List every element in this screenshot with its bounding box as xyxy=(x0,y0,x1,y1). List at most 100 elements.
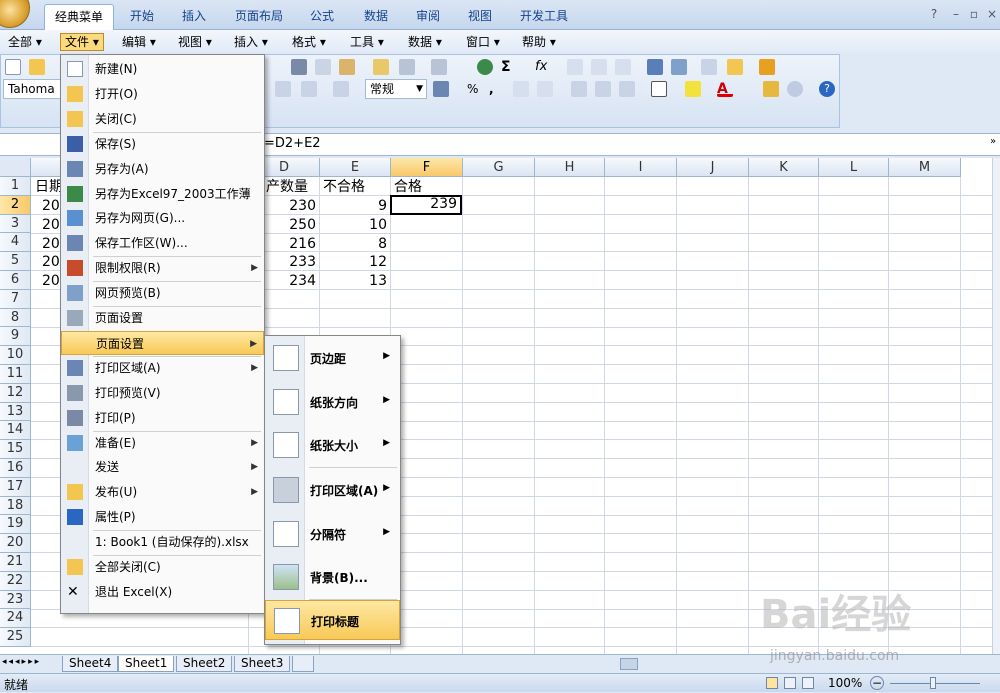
indent-icon[interactable] xyxy=(619,81,635,97)
currency-icon[interactable] xyxy=(433,81,449,97)
zoom-slider-thumb[interactable] xyxy=(930,677,936,689)
file-menu-item-11[interactable]: 页面设置 ▶ xyxy=(61,330,264,355)
open-icon[interactable] xyxy=(29,59,45,75)
menu-view[interactable]: 视图 ▾ xyxy=(174,33,216,51)
file-menu-item-3[interactable]: 保存(S) xyxy=(61,132,264,156)
column-header-i[interactable]: I xyxy=(605,158,677,177)
cut-icon[interactable] xyxy=(291,59,307,75)
row-header-13[interactable]: 13 xyxy=(0,402,31,422)
row-header-10[interactable]: 10 xyxy=(0,346,31,365)
file-menu-item-7[interactable]: 保存工作区(W)... xyxy=(61,231,264,255)
row-header-8[interactable]: 8 xyxy=(0,308,31,328)
increase-indent-icon[interactable] xyxy=(595,81,611,97)
filter-icon[interactable] xyxy=(615,59,631,75)
file-menu-item-8[interactable]: 限制权限(R) ▶ xyxy=(61,256,264,280)
tab-review[interactable]: 审阅 xyxy=(408,4,448,30)
file-menu-item-0[interactable]: 新建(N) xyxy=(61,57,264,81)
row-header-21[interactable]: 21 xyxy=(0,553,31,572)
submenu-item-5[interactable]: 背景(B)... xyxy=(265,557,400,597)
hscroll-thumb[interactable] xyxy=(620,658,638,670)
styles-icon[interactable] xyxy=(763,81,779,97)
formula-text[interactable]: =D2+E2 xyxy=(264,136,321,151)
row-header-12[interactable]: 12 xyxy=(0,383,31,403)
decrease-decimal-icon[interactable] xyxy=(537,81,553,97)
row-header-17[interactable]: 17 xyxy=(0,477,31,497)
sheet-tab-sheet4[interactable]: Sheet4 xyxy=(62,656,119,672)
menu-edit[interactable]: 编辑 ▾ xyxy=(118,33,160,51)
tab-formulas[interactable]: 公式 xyxy=(302,4,342,30)
submenu-item-1[interactable]: 纸张方向 ▶ xyxy=(265,382,400,422)
column-header-j[interactable]: J xyxy=(677,158,749,177)
file-menu-item-10[interactable]: 页面设置 xyxy=(61,306,264,330)
expand-formula-icon[interactable]: » xyxy=(990,136,996,147)
function-icon[interactable]: fx xyxy=(535,59,551,75)
sort-desc-icon[interactable] xyxy=(591,59,607,75)
row-header-3[interactable]: 3 xyxy=(0,214,31,234)
file-menu-item-14[interactable]: 打印(P) xyxy=(61,406,264,430)
submenu-item-2[interactable]: 纸张大小 ▶ xyxy=(265,425,400,465)
column-header-e[interactable]: E xyxy=(320,158,391,177)
file-menu-item-18[interactable]: 属性(P) xyxy=(61,505,264,529)
cell-a-date-4[interactable]: 201 xyxy=(42,235,62,253)
row-header-23[interactable]: 23 xyxy=(0,590,31,610)
increase-decimal-icon[interactable] xyxy=(513,81,529,97)
autosum-icon[interactable]: Σ xyxy=(501,59,517,75)
help-circle-icon[interactable]: ? xyxy=(819,81,835,97)
file-menu-item-1[interactable]: 打开(O) xyxy=(61,82,264,106)
cell-e4[interactable]: 8 xyxy=(320,235,390,253)
cell-d1-header[interactable]: 产数量 xyxy=(266,178,321,196)
cell-f1-header[interactable]: 合格 xyxy=(394,178,462,196)
tab-data[interactable]: 数据 xyxy=(356,4,396,30)
menu-insert[interactable]: 插入 ▾ xyxy=(230,33,272,51)
file-menu-item-13[interactable]: 打印预览(V) xyxy=(61,381,264,405)
page-break-view-icon[interactable] xyxy=(802,677,814,689)
row-header-6[interactable]: 6 xyxy=(0,271,31,290)
row-header-7[interactable]: 7 xyxy=(0,289,31,309)
menu-file[interactable]: 文件 ▾ xyxy=(60,33,104,51)
help-icon[interactable]: ? xyxy=(926,6,942,22)
file-menu-item-4[interactable]: 另存为(A) xyxy=(61,157,264,181)
font-name-combo[interactable]: Tahoma xyxy=(3,79,61,99)
row-header-22[interactable]: 22 xyxy=(0,571,31,591)
undo-icon[interactable] xyxy=(399,59,415,75)
vertical-scrollbar[interactable] xyxy=(992,158,1000,654)
row-header-2[interactable]: 2 xyxy=(0,195,31,215)
office-button[interactable] xyxy=(0,0,30,28)
hyperlink-icon[interactable] xyxy=(477,59,493,75)
copy-icon[interactable] xyxy=(315,59,331,75)
sheet-tab-sheet3[interactable]: Sheet3 xyxy=(234,656,291,672)
row-header-4[interactable]: 4 xyxy=(0,233,31,253)
file-menu-item-5[interactable]: 另存为Excel97_2003工作薄 xyxy=(61,182,264,206)
file-menu-item-17[interactable]: 发布(U) ▶ xyxy=(61,480,264,504)
row-header-11[interactable]: 11 xyxy=(0,365,31,384)
tab-insert[interactable]: 插入 xyxy=(170,4,218,30)
cell-a-date-2[interactable]: 201 xyxy=(42,197,62,215)
row-header-24[interactable]: 24 xyxy=(0,609,31,629)
submenu-item-0[interactable]: 页边距 ▶ xyxy=(265,338,400,378)
close-icon[interactable]: × xyxy=(984,6,1000,22)
menu-help[interactable]: 帮助 ▾ xyxy=(518,33,560,51)
file-menu-item-15[interactable]: 准备(E) ▶ xyxy=(61,431,264,455)
zoom-level[interactable]: 100% xyxy=(828,676,862,690)
find-icon[interactable] xyxy=(787,81,803,97)
submenu-item-6[interactable]: 打印标题 xyxy=(265,600,400,640)
select-all-corner[interactable] xyxy=(0,158,31,177)
row-header-19[interactable]: 19 xyxy=(0,515,31,535)
tab-developer[interactable]: 开发工具 xyxy=(512,4,576,30)
insert-sheet-icon[interactable] xyxy=(292,656,314,672)
row-header-15[interactable]: 15 xyxy=(0,440,31,459)
column-header-g[interactable]: G xyxy=(463,158,535,177)
tab-page-layout[interactable]: 页面布局 xyxy=(228,4,290,30)
menu-window[interactable]: 窗口 ▾ xyxy=(462,33,504,51)
file-menu-item-2[interactable]: 关闭(C) xyxy=(61,107,264,131)
menu-tools[interactable]: 工具 ▾ xyxy=(346,33,388,51)
paste-icon[interactable] xyxy=(339,59,355,75)
cell-a-date-6[interactable]: 201 xyxy=(42,272,62,290)
fill-color-icon[interactable] xyxy=(685,81,701,97)
font-color-icon[interactable]: A xyxy=(717,81,733,97)
sheet-nav-arrows[interactable]: ◂◂◂▸▸▸ xyxy=(2,657,41,667)
row-header-1[interactable]: 1 xyxy=(0,177,31,196)
file-menu-item-9[interactable]: 网页预览(B) xyxy=(61,281,264,305)
grid-icon[interactable] xyxy=(701,59,717,75)
row-header-25[interactable]: 25 xyxy=(0,628,31,647)
